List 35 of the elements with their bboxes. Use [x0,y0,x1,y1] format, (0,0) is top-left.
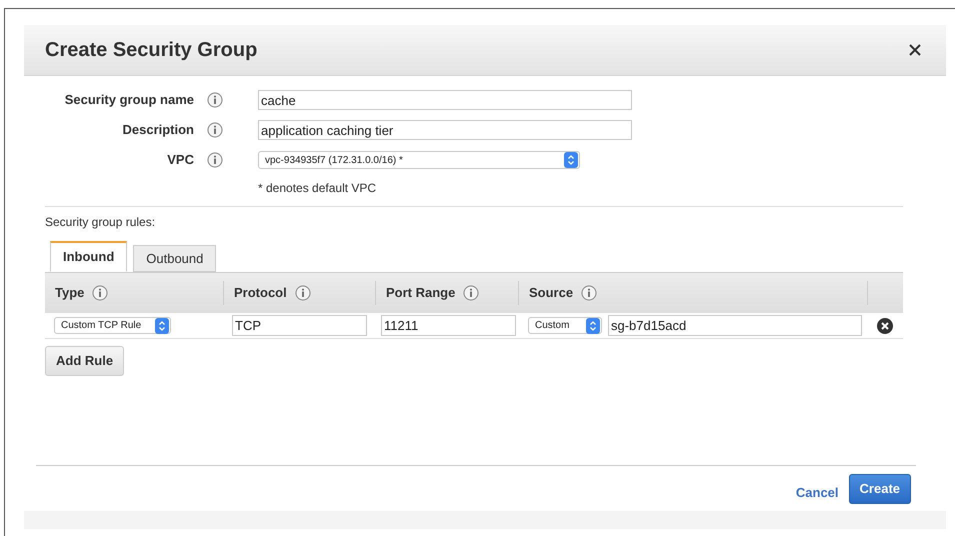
dialog-title: Create Security Group [45,38,258,63]
info-icon[interactable] [463,285,480,301]
info-icon[interactable] [294,285,311,301]
info-icon[interactable] [207,152,223,168]
column-header: Protocol [234,284,287,302]
field-label: Description [121,121,194,140]
input-field[interactable]: application caching tier [258,120,632,140]
vpc-select[interactable]: vpc-934935f7 (172.31.0.0/16) * [258,151,580,169]
add-rule-button[interactable]: Add Rule [45,346,124,376]
tab[interactable]: Inbound [50,241,128,272]
info-icon[interactable] [581,285,598,301]
info-icon[interactable] [92,285,108,301]
type-select[interactable]: Custom TCP Rule [54,317,171,334]
port-range-field[interactable]: 11211 [381,314,516,336]
spinner-icon [564,152,578,168]
spinner-icon [586,318,600,334]
column-header: Port Range [386,284,456,302]
remove-icon[interactable] [877,318,893,334]
vpc-note: * denotes default VPC [258,181,376,195]
tab[interactable]: Outbound [133,245,216,272]
column-header: Type [55,284,84,302]
column-header: Source [529,284,574,302]
field-label: VPC [166,151,194,170]
info-icon[interactable] [207,92,223,108]
spinner-icon [155,318,169,334]
cancel-link[interactable]: Cancel [796,482,839,502]
source-field[interactable]: sg-b7d15acd [608,315,862,336]
close-icon[interactable] [909,44,921,56]
create-button[interactable]: Create [848,474,911,504]
protocol-field[interactable]: TCP [232,314,367,336]
rules-label: Security group rules: [45,215,156,229]
source-select[interactable]: Custom [528,317,602,334]
input-field[interactable]: cache [258,90,632,110]
field-label: Security group name [64,91,194,110]
info-icon[interactable] [207,122,223,138]
